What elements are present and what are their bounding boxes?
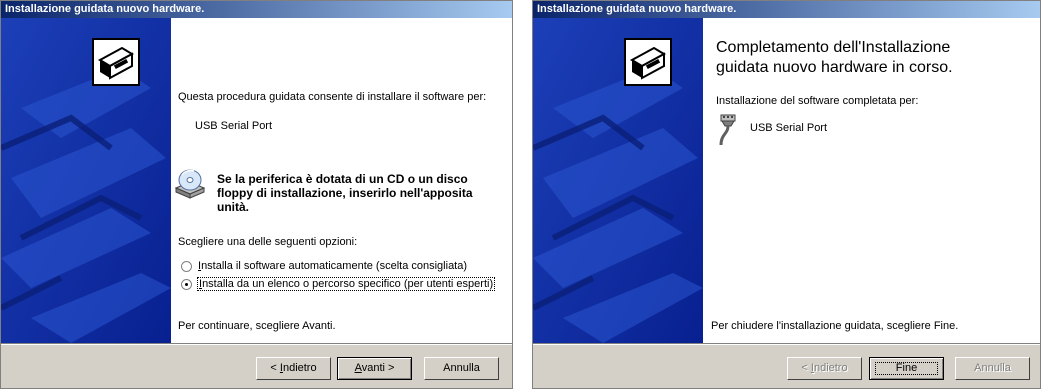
cancel-button[interactable]: Annulla: [424, 357, 499, 380]
hardware-wizard-dialog-2: Installazione guidata nuovo hardware. Co…: [532, 0, 1041, 389]
option-specific-location-label: Installa da un elenco o percorso specifi…: [197, 277, 496, 291]
cd-notice-line-1: Se la periferica è dotata di un CD o un …: [217, 172, 468, 186]
completion-heading-line-1: Completamento dell'Installazione: [716, 39, 951, 56]
completion-heading-line-2: guidata nuovo hardware in corso.: [716, 59, 953, 76]
button-separator: [533, 343, 1040, 345]
wizard-content: Questa procedura guidata consente di ins…: [171, 18, 512, 343]
option-automatic-label: Installa il software automaticamente (sc…: [198, 260, 468, 272]
done-text: Installazione del software completata pe…: [716, 95, 919, 107]
option-automatic[interactable]: Installa il software automaticamente (sc…: [181, 260, 501, 274]
choose-prompt: Scegliere una delle seguenti opzioni:: [178, 236, 358, 248]
cd-notice-line-2: floppy di installazione, inserirlo nell'…: [217, 186, 473, 200]
continue-hint: Per continuare, scegliere Avanti.: [178, 320, 336, 332]
dialog-title-bar: Installazione guidata nuovo hardware.: [533, 1, 1040, 18]
radio-specific-location[interactable]: [181, 279, 192, 290]
hardware-wizard-icon: [92, 38, 140, 86]
back-button[interactable]: < Indietro: [256, 357, 331, 380]
cd-notice-line-3: unità.: [217, 200, 249, 214]
wizard-side-panel: [1, 18, 171, 343]
dialog-title-bar: Installazione guidata nuovo hardware.: [1, 1, 512, 18]
finish-button[interactable]: Fine: [869, 357, 944, 380]
back-button[interactable]: < Indietro: [787, 357, 862, 380]
option-specific-location[interactable]: Installa da un elenco o percorso specifi…: [181, 277, 511, 292]
cd-drive-icon: [174, 168, 206, 200]
hardware-wizard-icon: [624, 38, 672, 86]
next-button[interactable]: Avanti >: [337, 357, 412, 380]
cancel-button[interactable]: Annulla: [955, 357, 1030, 380]
button-separator: [1, 343, 512, 345]
usb-serial-port-icon: [718, 114, 738, 146]
wizard-content: Completamento dell'Installazione guidata…: [703, 18, 1040, 343]
device-name: USB Serial Port: [750, 122, 828, 134]
device-name: USB Serial Port: [195, 120, 273, 132]
finish-hint: Per chiudere l'installazione guidata, sc…: [711, 320, 959, 332]
intro-text: Questa procedura guidata consente di ins…: [178, 91, 487, 103]
hardware-wizard-dialog-1: Installazione guidata nuovo hardware. Qu…: [0, 0, 513, 389]
radio-automatic[interactable]: [181, 261, 192, 272]
wizard-side-panel: [533, 18, 703, 343]
